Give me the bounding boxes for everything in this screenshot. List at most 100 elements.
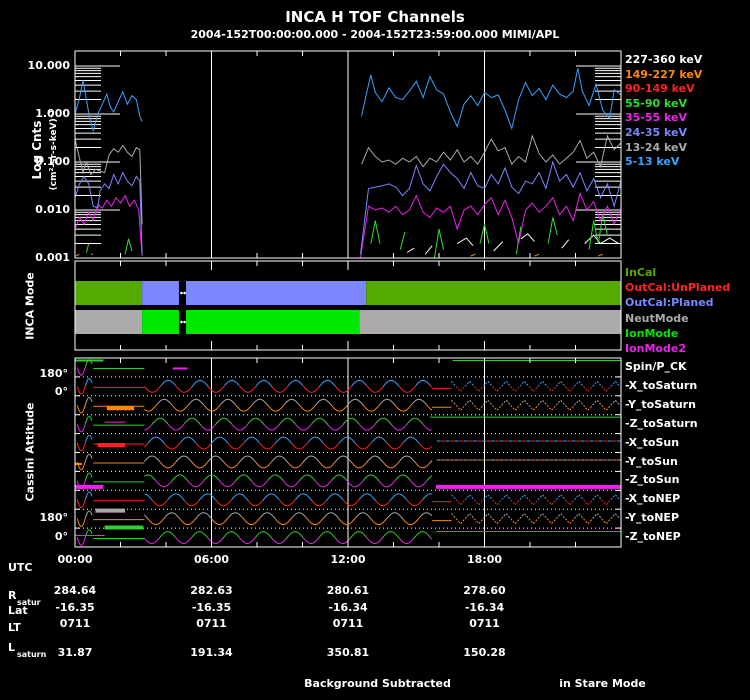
att-wave bbox=[144, 455, 433, 464]
attitude-row-label: -Z_toNEP bbox=[625, 530, 681, 544]
ephemeris-value: 0711 bbox=[196, 617, 227, 630]
ephemeris-value: -16.34 bbox=[328, 601, 368, 614]
attitude-row-label: -Z_toSaturn bbox=[625, 416, 698, 430]
att-bump bbox=[76, 405, 86, 414]
att-zigzag bbox=[455, 518, 612, 524]
flux-legend-item: 227-360 keV bbox=[625, 53, 703, 66]
att-bump bbox=[84, 510, 93, 519]
mode-bar-segment bbox=[75, 310, 143, 334]
attitude-row-label: -Y_toSun bbox=[625, 454, 678, 468]
ephemeris-value: -16.35 bbox=[55, 601, 95, 614]
attitude-row-label: -Y_toSaturn bbox=[625, 397, 696, 411]
flux-ytick-label: 0.001 bbox=[35, 251, 70, 264]
att-wave bbox=[144, 384, 433, 393]
att-bump bbox=[84, 415, 93, 425]
flux-ytick-label: 0.010 bbox=[35, 203, 70, 216]
att-zigzag bbox=[455, 499, 612, 506]
utc-axis-label: UTC bbox=[8, 561, 33, 574]
footer-stare-mode: in Stare Mode bbox=[559, 677, 646, 690]
attitude-row-label: -X_toNEP bbox=[625, 492, 681, 506]
att-bump bbox=[76, 423, 86, 433]
utc-tick-label: 18:00 bbox=[466, 553, 502, 566]
flux-legend-item: 24-35 keV bbox=[625, 126, 688, 139]
page-subtitle: 2004-152T00:00:00.000 - 2004-152T23:59:0… bbox=[190, 28, 560, 41]
att-zigzag bbox=[451, 513, 621, 520]
mode-bar-segment bbox=[142, 281, 179, 305]
att-bump bbox=[76, 442, 86, 452]
mode-bar-segment bbox=[186, 310, 360, 334]
att-bump bbox=[84, 378, 93, 387]
ephemeris-row-label: LT bbox=[8, 621, 21, 634]
mode-bar-segment bbox=[366, 281, 621, 305]
att-zigzag bbox=[455, 385, 612, 392]
att-wave bbox=[160, 461, 431, 469]
att-bump bbox=[76, 499, 86, 508]
att-wave bbox=[147, 517, 420, 526]
attitude-ytick-label: 0° bbox=[54, 530, 68, 543]
attitude-axis-label: Cassini Attitude bbox=[23, 402, 37, 502]
mode-gap-dot bbox=[183, 291, 186, 295]
mode-gap-dot bbox=[180, 291, 183, 295]
att-wave bbox=[151, 417, 424, 426]
att-bump bbox=[84, 491, 93, 500]
att-bump bbox=[84, 472, 93, 482]
att-wave bbox=[144, 423, 432, 431]
att-bump bbox=[76, 518, 86, 527]
attitude-row-label: -X_toSaturn bbox=[625, 378, 698, 392]
flux-legend-item: 90-149 keV bbox=[625, 82, 695, 96]
flux-y-axis-units: (cm²-sr-s-keV)⁻¹ bbox=[49, 109, 59, 191]
flux-legend-item: 13-24 keV bbox=[625, 140, 688, 154]
att-bump bbox=[76, 537, 86, 546]
mode-frame bbox=[74, 260, 622, 351]
att-wave bbox=[147, 436, 420, 444]
mode-legend-item: OutCal:Planed bbox=[625, 296, 714, 310]
mode-legend-item: NeutMode bbox=[625, 311, 689, 325]
att-wave bbox=[144, 403, 433, 412]
ephemeris-value: 191.34 bbox=[190, 646, 233, 659]
att-wave bbox=[158, 531, 431, 539]
utc-tick-label: 00:00 bbox=[57, 553, 93, 566]
mode-axis-label: INCA Mode bbox=[23, 272, 37, 340]
flux-legend-item: 35-55 keV bbox=[625, 111, 688, 125]
attitude-ytick-label: 0° bbox=[54, 385, 68, 398]
att-bump bbox=[84, 453, 93, 463]
mode-bar-segment bbox=[186, 281, 367, 305]
ephemeris-value: 0711 bbox=[469, 617, 500, 630]
ephemeris-row-label: L bbox=[8, 641, 16, 654]
att-wave bbox=[160, 379, 431, 388]
att-zigzag bbox=[455, 404, 612, 411]
att-wave bbox=[156, 398, 427, 407]
mode-legend-item: IonMode bbox=[625, 326, 679, 340]
ephemeris-value: 0711 bbox=[332, 617, 364, 630]
ephemeris-row-label: Lat bbox=[8, 604, 28, 617]
mode-gap-dot bbox=[183, 320, 186, 324]
att-wave bbox=[151, 499, 424, 507]
flux-legend-item: 55-90 keV bbox=[625, 96, 688, 110]
flux-ytick-label: 1.000 bbox=[35, 107, 70, 120]
attitude-row-label: Spin/P_CK bbox=[625, 360, 687, 373]
ephemeris-value: 278.60 bbox=[463, 584, 506, 597]
att-bump bbox=[84, 397, 93, 406]
mode-legend-item: IonMode2 bbox=[625, 342, 686, 355]
att-wave bbox=[154, 479, 427, 488]
flux-ytick-label: 0.100 bbox=[35, 155, 70, 168]
att-bump bbox=[84, 529, 93, 538]
utc-tick-label: 06:00 bbox=[193, 553, 229, 566]
ephemeris-value: -16.34 bbox=[464, 601, 505, 614]
flux-legend-item: 149-227 keV bbox=[625, 67, 703, 81]
attitude-row-label: -Y_toNEP bbox=[625, 511, 680, 525]
ephemeris-value: 282.63 bbox=[190, 584, 233, 597]
mode-bar-segment bbox=[142, 310, 179, 334]
mode-bar-segment bbox=[359, 310, 621, 334]
flux-series bbox=[75, 253, 603, 257]
ephemeris-value: 284.64 bbox=[53, 584, 97, 597]
ephemeris-value: 150.28 bbox=[463, 646, 506, 659]
att-bump bbox=[84, 434, 93, 444]
ephemeris-value: 0711 bbox=[59, 617, 91, 630]
attitude-row-label: -Z_toSun bbox=[625, 473, 680, 487]
flux-legend-item: 5-13 keV bbox=[625, 155, 680, 169]
attitude-ytick-label: 180° bbox=[39, 511, 68, 524]
ephemeris-value: 31.87 bbox=[57, 646, 93, 659]
att-wave bbox=[144, 493, 432, 501]
mode-legend-item: OutCal:UnPlaned bbox=[625, 281, 731, 295]
